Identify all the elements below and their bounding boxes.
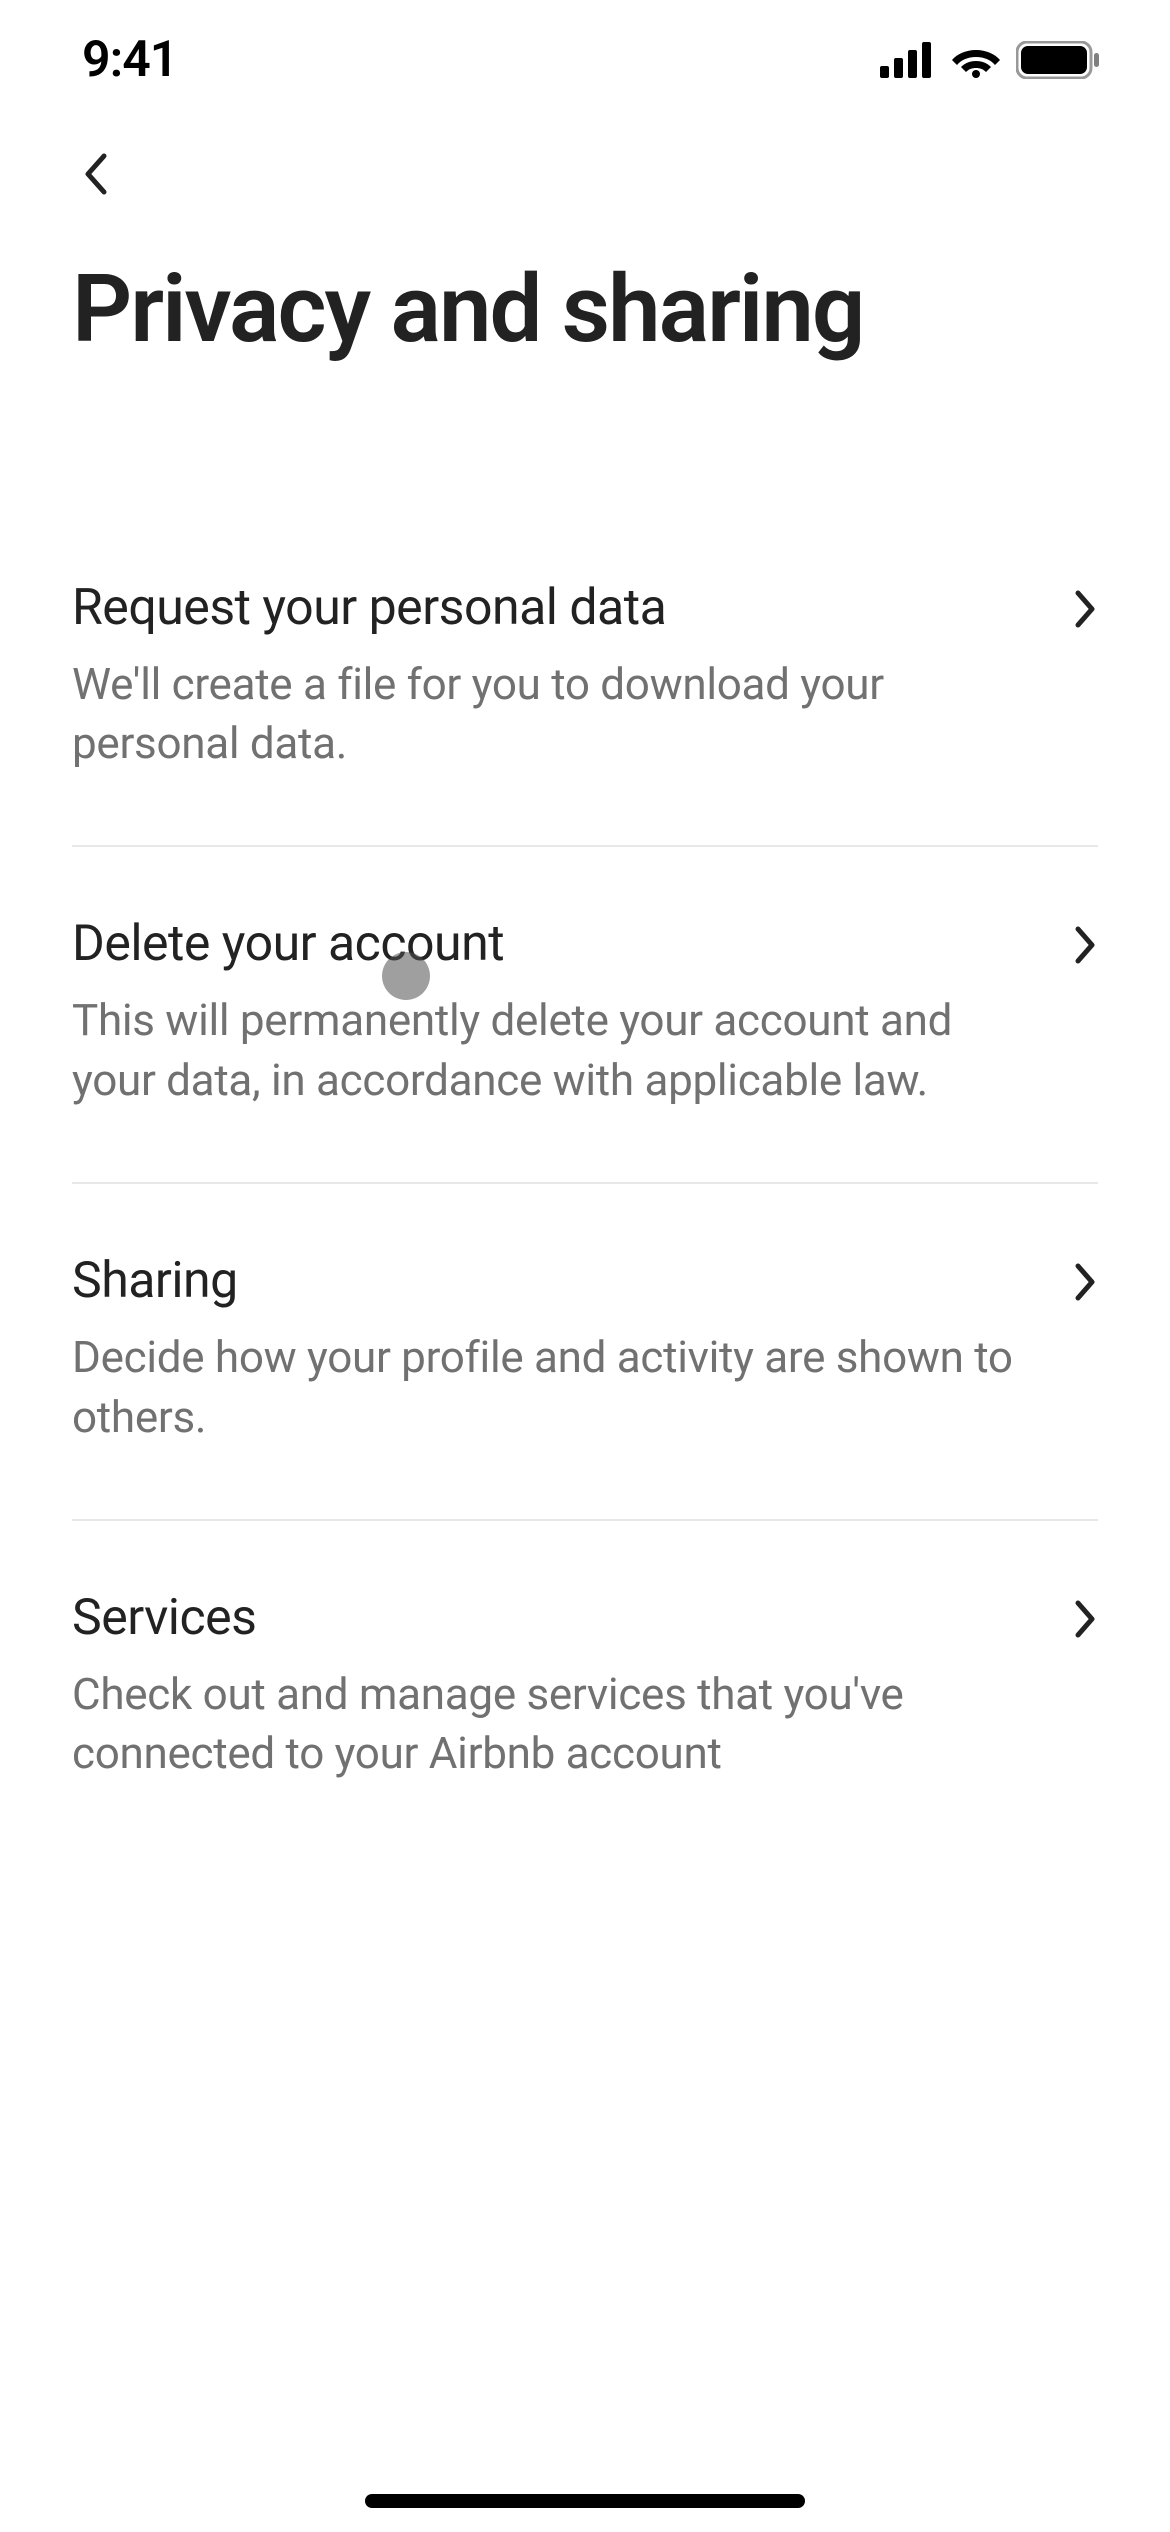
content: Privacy and sharing Request your persona… xyxy=(0,260,1170,1856)
list-item-services[interactable]: Services Check out and manage services t… xyxy=(72,1521,1098,1856)
list-item-title: Delete your account xyxy=(72,915,1034,973)
back-button[interactable] xyxy=(72,150,120,198)
chevron-right-icon xyxy=(1074,1262,1098,1302)
list-item-sharing[interactable]: Sharing Decide how your profile and acti… xyxy=(72,1184,1098,1521)
battery-icon xyxy=(1016,41,1100,79)
settings-list: Request your personal data We'll create … xyxy=(72,511,1098,1856)
status-bar: 9:41 xyxy=(0,0,1170,120)
page-title: Privacy and sharing xyxy=(72,260,1098,359)
list-item-delete-account[interactable]: Delete your account This will permanentl… xyxy=(72,847,1098,1184)
list-item-description: This will permanently delete your accoun… xyxy=(72,991,1034,1110)
list-item-description: We'll create a file for you to download … xyxy=(72,655,1034,774)
list-item-text: Sharing Decide how your profile and acti… xyxy=(72,1252,1074,1447)
list-item-title: Sharing xyxy=(72,1252,1034,1310)
home-indicator[interactable] xyxy=(365,2494,805,2508)
list-item-description: Decide how your profile and activity are… xyxy=(72,1328,1034,1447)
wifi-icon xyxy=(952,42,1000,78)
list-item-request-data[interactable]: Request your personal data We'll create … xyxy=(72,511,1098,848)
list-item-description: Check out and manage services that you'v… xyxy=(72,1665,1034,1784)
list-item-text: Delete your account This will permanentl… xyxy=(72,915,1074,1110)
list-item-text: Services Check out and manage services t… xyxy=(72,1589,1074,1784)
status-icons xyxy=(880,41,1100,79)
list-item-text: Request your personal data We'll create … xyxy=(72,579,1074,774)
list-item-title: Request your personal data xyxy=(72,579,1034,637)
status-time: 9:41 xyxy=(82,31,177,89)
chevron-left-icon xyxy=(82,150,110,198)
chevron-right-icon xyxy=(1074,925,1098,965)
chevron-right-icon xyxy=(1074,1599,1098,1639)
chevron-right-icon xyxy=(1074,589,1098,629)
cellular-signal-icon xyxy=(880,42,936,78)
list-item-title: Services xyxy=(72,1589,1034,1647)
nav-bar xyxy=(0,120,1170,198)
